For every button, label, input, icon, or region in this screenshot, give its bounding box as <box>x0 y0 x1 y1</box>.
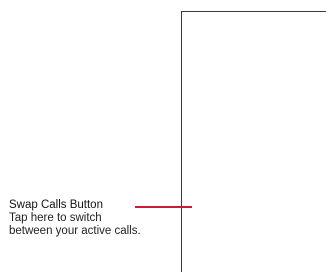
callout-description-line-2: between your active calls. <box>9 225 141 237</box>
callout-description-line-1: Tap here to switch <box>9 212 102 224</box>
callout-title: Swap Calls Button <box>9 199 103 211</box>
phone-frame-top-edge <box>181 11 326 12</box>
swap-calls-callout: Swap Calls Button Tap here to switch bet… <box>9 199 189 238</box>
